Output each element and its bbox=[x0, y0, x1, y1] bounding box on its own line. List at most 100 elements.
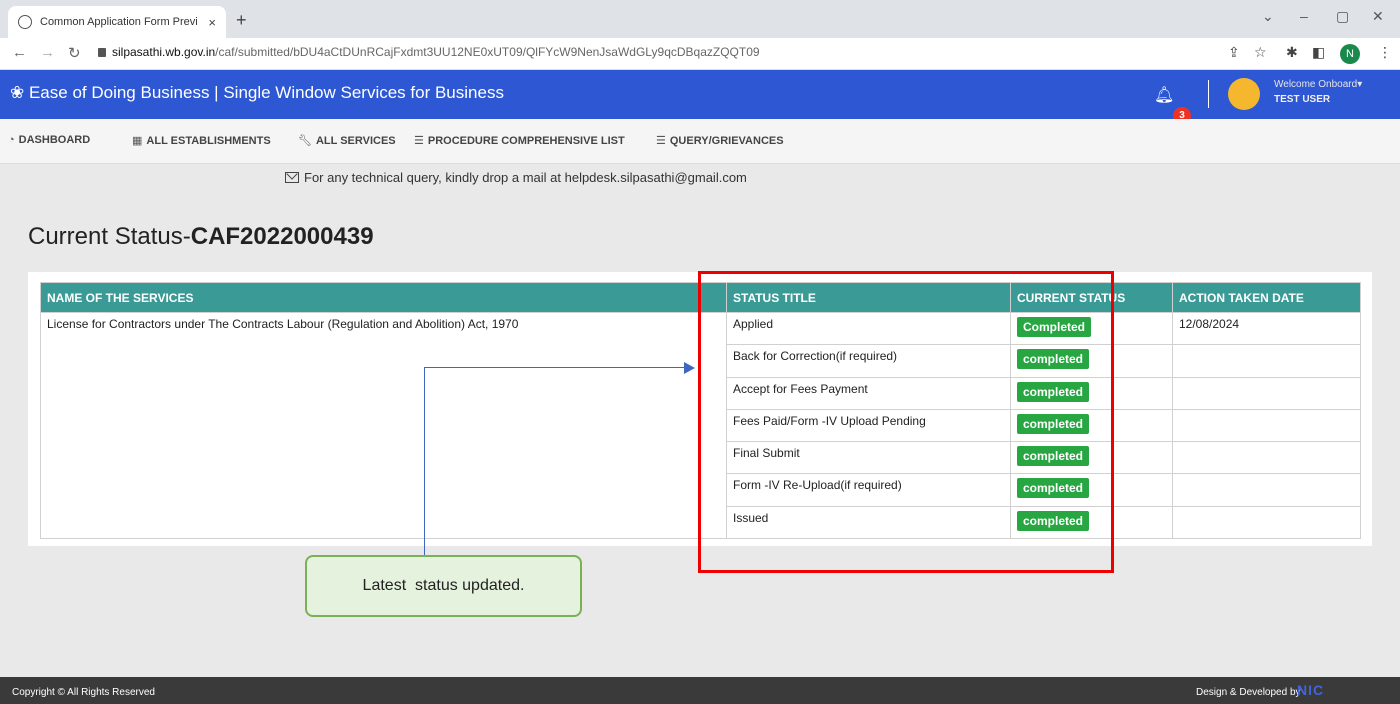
list-icon: ☰ bbox=[656, 135, 666, 147]
profile-avatar[interactable]: N bbox=[1340, 44, 1360, 64]
bell-icon[interactable]: 🔔︎ bbox=[1154, 85, 1174, 104]
col-header-current-status: CURRENT STATUS bbox=[1010, 282, 1173, 313]
caret-down-icon: ▾ bbox=[1357, 79, 1363, 90]
callout-connector-horizontal bbox=[424, 367, 686, 368]
menu-all-establishments[interactable]: ▦ ALL ESTABLISHMENTS bbox=[132, 134, 271, 148]
new-tab-button[interactable]: + bbox=[236, 10, 247, 31]
callout-connector-vertical bbox=[424, 367, 425, 557]
col-header-status-title: STATUS TITLE bbox=[726, 282, 1011, 313]
helpline-notice: For any technical query, kindly drop a m… bbox=[285, 170, 747, 185]
callout-text: Latest status updated. bbox=[362, 577, 525, 594]
menu-label: ALL ESTABLISHMENTS bbox=[146, 134, 271, 147]
network-icon: ❀ bbox=[10, 83, 29, 102]
status-title: Applied bbox=[726, 311, 1011, 346]
status-cell: Completed bbox=[1010, 311, 1173, 346]
action-date bbox=[1172, 473, 1361, 507]
list-icon: ☰ bbox=[414, 135, 424, 147]
action-date: 12/08/2024 bbox=[1172, 311, 1361, 346]
title-prefix: Current Status- bbox=[28, 223, 191, 250]
menu-label: DASHBOARD bbox=[18, 134, 91, 146]
status-badge: completed bbox=[1017, 478, 1090, 499]
menu-procedure-list[interactable]: ☰ PROCEDURE COMPREHENSIVE LIST bbox=[414, 134, 625, 148]
developed-by-text: Design & Developed by bbox=[1196, 687, 1301, 698]
table-row: License for Contractors under The Contra… bbox=[40, 311, 1361, 540]
envelope-icon bbox=[285, 172, 299, 183]
page-title: Current Status-CAF2022000439 bbox=[28, 223, 374, 251]
table-header-row: NAME OF THE SERVICES STATUS TITLE CURREN… bbox=[40, 282, 1361, 313]
status-badge: completed bbox=[1017, 381, 1090, 402]
extensions-icon[interactable]: ✱ bbox=[1286, 45, 1298, 61]
user-avatar[interactable] bbox=[1228, 78, 1260, 110]
menu-label: QUERY/GRIEVANCES bbox=[669, 134, 784, 147]
reload-icon[interactable]: ↻ bbox=[68, 44, 81, 62]
status-title: Issued bbox=[726, 505, 1011, 540]
status-cell: completed bbox=[1010, 344, 1173, 378]
action-date bbox=[1172, 408, 1361, 443]
status-card: NAME OF THE SERVICES STATUS TITLE CURREN… bbox=[28, 272, 1372, 546]
nic-logo: NIC bbox=[1297, 682, 1325, 698]
welcome-dropdown[interactable]: Welcome Onboard▾ bbox=[1274, 79, 1362, 90]
action-date bbox=[1172, 441, 1361, 475]
brand-title[interactable]: ❀ Ease of Doing Business | Single Window… bbox=[10, 83, 504, 103]
url-host: silpasathi.wb.gov.in bbox=[112, 45, 216, 59]
status-badge: completed bbox=[1017, 446, 1090, 467]
menu-dashboard[interactable]: ◔ DASHBOARD bbox=[8, 134, 90, 146]
col-header-services: NAME OF THE SERVICES bbox=[40, 282, 727, 313]
action-date bbox=[1172, 376, 1361, 410]
callout-note: Latest status updated. bbox=[305, 555, 582, 617]
status-badge: Completed bbox=[1017, 317, 1092, 337]
browser-tabstrip: Common Application Form Previ × + ⌄ – ▢ … bbox=[0, 0, 1400, 38]
back-icon[interactable]: ← bbox=[12, 44, 27, 61]
status-title: Fees Paid/Form -IV Upload Pending bbox=[726, 408, 1011, 443]
action-date bbox=[1172, 505, 1361, 540]
service-name: License for Contractors under The Contra… bbox=[40, 311, 727, 540]
status-title: Accept for Fees Payment bbox=[726, 376, 1011, 410]
col-header-action-date: ACTION TAKEN DATE bbox=[1172, 282, 1361, 313]
browser-tab[interactable]: Common Application Form Previ × bbox=[8, 6, 226, 38]
status-cell: completed bbox=[1010, 505, 1173, 540]
menu-label: ALL SERVICES bbox=[315, 134, 396, 147]
wrench-icon: 🔧︎ bbox=[298, 135, 312, 147]
menu-label: PROCEDURE COMPREHENSIVE LIST bbox=[427, 134, 625, 147]
sidepanel-icon[interactable]: ◧ bbox=[1312, 45, 1325, 61]
status-cell: completed bbox=[1010, 473, 1173, 507]
menu-query-grievances[interactable]: ☰ QUERY/GRIEVANCES bbox=[656, 134, 784, 148]
status-title: Back for Correction(if required) bbox=[726, 344, 1011, 378]
close-tab-icon[interactable]: × bbox=[208, 15, 216, 30]
status-cell: completed bbox=[1010, 408, 1173, 443]
status-cell: completed bbox=[1010, 441, 1173, 475]
maximize-icon[interactable]: ▢ bbox=[1336, 8, 1349, 25]
address-bar: ← → ↻ silpasathi.wb.gov.in/caf/submitted… bbox=[0, 38, 1400, 70]
user-name: TEST USER bbox=[1274, 94, 1331, 105]
bookmark-star-icon[interactable]: ☆ bbox=[1254, 45, 1267, 61]
status-table: NAME OF THE SERVICES STATUS TITLE CURREN… bbox=[40, 282, 1361, 540]
share-icon[interactable]: ⇪ bbox=[1228, 45, 1240, 61]
status-badge: completed bbox=[1017, 349, 1090, 370]
status-title: Final Submit bbox=[726, 441, 1011, 475]
browser-menu-icon[interactable]: ⋮ bbox=[1378, 45, 1392, 61]
action-date bbox=[1172, 344, 1361, 378]
status-title: Form -IV Re-Upload(if required) bbox=[726, 473, 1011, 507]
url-path: /caf/submitted/bDU4aCtDUnRCajFxdmt3UU12N… bbox=[215, 45, 760, 59]
copyright-text: Copyright © All Rights Reserved bbox=[12, 687, 155, 698]
helpline-text: For any technical query, kindly drop a m… bbox=[304, 170, 747, 185]
tab-title: Common Application Form Previ bbox=[40, 16, 198, 28]
menu-all-services[interactable]: 🔧︎ ALL SERVICES bbox=[298, 134, 396, 148]
main-menu: ◔ DASHBOARD ▦ ALL ESTABLISHMENTS 🔧︎ ALL … bbox=[0, 119, 1400, 164]
building-icon: ▦ bbox=[132, 135, 143, 147]
lock-icon bbox=[98, 48, 106, 57]
minimize-icon[interactable]: – bbox=[1300, 8, 1308, 24]
forward-icon[interactable]: → bbox=[40, 44, 55, 61]
status-badge: completed bbox=[1017, 510, 1090, 531]
url-field[interactable]: silpasathi.wb.gov.in/caf/submitted/bDU4a… bbox=[112, 45, 760, 59]
header-divider bbox=[1208, 80, 1209, 108]
globe-icon bbox=[18, 15, 32, 29]
tab-search-icon[interactable]: ⌄ bbox=[1262, 8, 1274, 25]
status-cell: completed bbox=[1010, 376, 1173, 410]
welcome-text: Welcome Onboard bbox=[1274, 79, 1358, 90]
window-close-icon[interactable]: ✕ bbox=[1372, 8, 1384, 25]
brand-text: Ease of Doing Business | Single Window S… bbox=[28, 83, 504, 102]
dashboard-icon: ◔ bbox=[8, 134, 15, 146]
footer: Copyright © All Rights Reserved Design &… bbox=[0, 677, 1400, 704]
arrow-head-icon bbox=[684, 362, 695, 374]
